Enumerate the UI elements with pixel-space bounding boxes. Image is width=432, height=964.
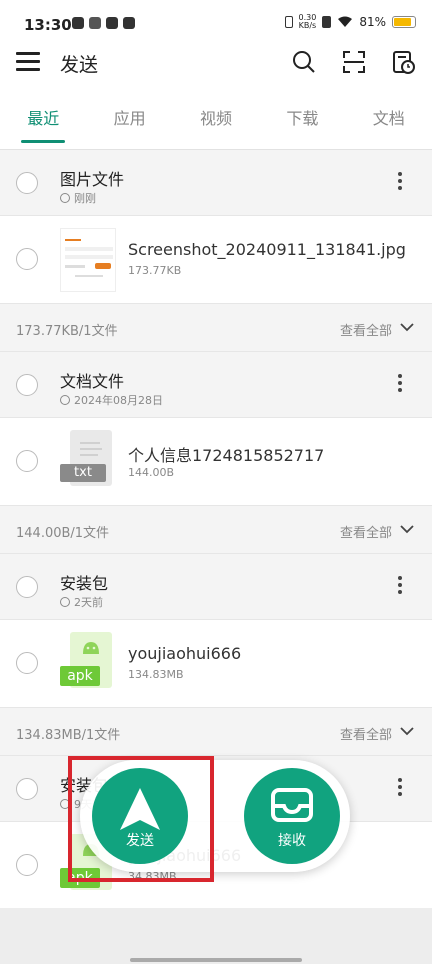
network-speed: 0.30 KB/s (299, 14, 317, 30)
category-tabs: 最近 应用 视频 下载 文档 (0, 84, 432, 150)
more-options-icon[interactable] (398, 374, 402, 395)
group-summary: 144.00B/1文件 查看全部 (0, 506, 432, 554)
battery-percent: 81% (359, 15, 386, 29)
group-time: 刚刚 (74, 192, 96, 205)
vibrate-icon (284, 16, 293, 28)
file-size: 144.00B (128, 466, 175, 479)
file-size: 134.83MB (128, 668, 184, 681)
more-options-icon[interactable] (398, 778, 402, 799)
group-title: 文档文件 (60, 372, 125, 391)
page-title: 发送 (60, 54, 99, 76)
apk-icon: apk (60, 632, 116, 696)
battery-icon (392, 16, 416, 28)
system-nav-bar (0, 908, 432, 964)
file-select-checkbox[interactable] (16, 652, 38, 674)
file-select-checkbox[interactable] (16, 854, 38, 876)
search-icon[interactable] (292, 50, 316, 74)
home-gesture-bar[interactable] (130, 958, 302, 962)
summary-text: 144.00B/1文件 (16, 526, 110, 541)
status-time: 13:30 (24, 16, 72, 34)
image-thumbnail (60, 228, 116, 292)
inbox-icon (271, 788, 313, 822)
summary-text: 134.83MB/1文件 (16, 728, 121, 743)
tab-downloads[interactable]: 下载 (282, 105, 322, 129)
document-icon: txt (60, 430, 116, 494)
clock-icon (60, 597, 70, 607)
file-select-checkbox[interactable] (16, 248, 38, 270)
view-all-link[interactable]: 查看全部 (340, 724, 392, 743)
crown-icon (89, 17, 101, 29)
chevron-down-icon[interactable] (400, 522, 414, 536)
send-highlight-box (68, 756, 214, 882)
history-icon[interactable] (392, 50, 416, 74)
file-row[interactable]: apk youjiaohui666 134.83MB (0, 620, 432, 708)
group-title: 图片文件 (60, 170, 125, 189)
tab-recent[interactable]: 最近 (21, 105, 66, 143)
receive-label: 接收 (278, 833, 306, 849)
file-row[interactable]: txt 个人信息1724815852717 144.00B (0, 418, 432, 506)
file-select-checkbox[interactable] (16, 450, 38, 472)
tab-documents[interactable]: 文档 (369, 105, 409, 129)
group-select-checkbox[interactable] (16, 172, 38, 194)
more-options-icon[interactable] (398, 576, 402, 597)
net-speed-unit: KB/s (298, 21, 317, 30)
chevron-down-icon[interactable] (400, 320, 414, 334)
tab-videos[interactable]: 视频 (196, 105, 236, 129)
group-title: 安装包 (60, 574, 109, 593)
group-select-checkbox[interactable] (16, 576, 38, 598)
file-type-badge: txt (60, 464, 106, 482)
wifi-icon (338, 16, 353, 27)
group-time: 2天前 (74, 596, 103, 609)
message-icon (123, 17, 135, 29)
group-select-checkbox[interactable] (16, 778, 38, 800)
group-select-checkbox[interactable] (16, 374, 38, 396)
view-all-link[interactable]: 查看全部 (340, 320, 392, 339)
menu-icon[interactable] (16, 52, 40, 72)
group-summary: 134.83MB/1文件 查看全部 (0, 708, 432, 756)
receive-button[interactable]: 接收 (244, 768, 340, 864)
file-row[interactable]: Screenshot_20240911_131841.jpg 173.77KB (0, 216, 432, 304)
file-size: 173.77KB (128, 264, 182, 277)
app-notification-icon (72, 17, 84, 29)
group-header[interactable]: 文档文件 2024年08月28日 (0, 352, 432, 418)
sim-icon (322, 16, 332, 28)
file-type-badge: apk (60, 666, 100, 686)
more-options-icon[interactable] (398, 172, 402, 193)
summary-text: 173.77KB/1文件 (16, 324, 118, 339)
tab-apps[interactable]: 应用 (110, 105, 150, 129)
notification-icons (72, 17, 135, 29)
clock-icon (60, 193, 70, 203)
file-name: 个人信息1724815852717 (128, 446, 325, 465)
file-name: youjiaohui666 (128, 644, 242, 663)
group-summary: 173.77KB/1文件 查看全部 (0, 304, 432, 352)
app-bar: 发送 (0, 40, 432, 84)
scan-icon[interactable] (342, 50, 366, 74)
group-header[interactable]: 安装包 2天前 (0, 554, 432, 620)
tiktok-icon (106, 17, 118, 29)
file-name: Screenshot_20240911_131841.jpg (128, 240, 406, 259)
view-all-link[interactable]: 查看全部 (340, 522, 392, 541)
clock-icon (60, 395, 70, 405)
group-time: 2024年08月28日 (74, 394, 163, 407)
chevron-down-icon[interactable] (400, 724, 414, 738)
group-header[interactable]: 图片文件 刚刚 (0, 150, 432, 216)
